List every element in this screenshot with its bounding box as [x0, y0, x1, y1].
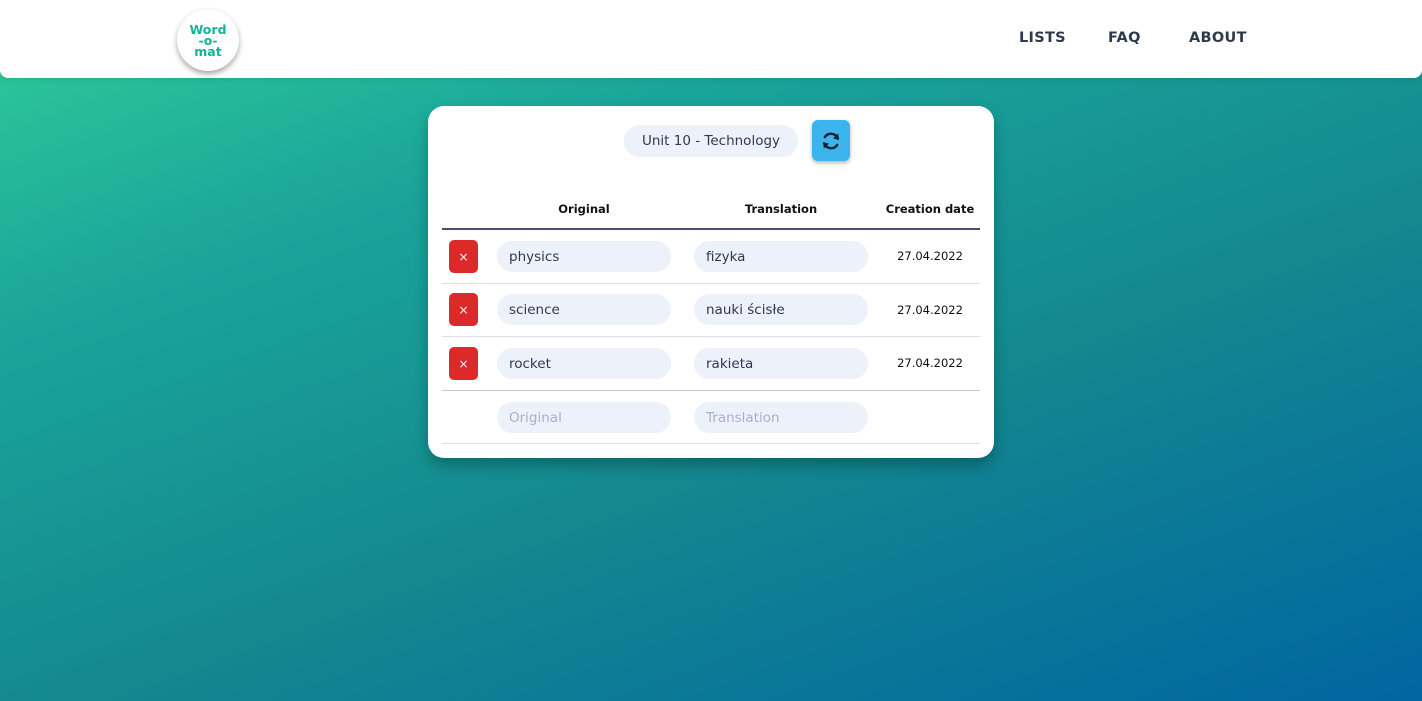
delete-row-button[interactable]: × — [449, 347, 478, 380]
close-icon: × — [458, 249, 469, 264]
creation-date: 27.04.2022 — [897, 303, 963, 317]
refresh-icon — [822, 132, 840, 149]
new-translation-input[interactable] — [694, 402, 868, 433]
creation-date: 27.04.2022 — [897, 249, 963, 263]
main-nav: LISTS FAQ ABOUT — [0, 0, 1422, 78]
original-word-input[interactable] — [497, 294, 671, 325]
word-list-card: Original Translation Creation date × 27.… — [428, 106, 994, 458]
close-icon: × — [458, 302, 469, 317]
row-divider — [442, 283, 980, 284]
original-word-input[interactable] — [497, 348, 671, 379]
header-divider — [442, 228, 980, 230]
nav-faq-link[interactable]: FAQ — [1108, 30, 1141, 46]
translation-word-input[interactable] — [694, 294, 868, 325]
column-header-original: Original — [558, 202, 610, 216]
row-divider — [442, 336, 980, 337]
creation-date: 27.04.2022 — [897, 356, 963, 370]
close-icon: × — [458, 356, 469, 371]
row-divider — [442, 443, 980, 444]
delete-row-button[interactable]: × — [449, 293, 478, 326]
nav-lists-link[interactable]: LISTS — [1019, 30, 1066, 46]
list-title-input[interactable] — [624, 125, 798, 157]
refresh-button[interactable] — [812, 120, 850, 161]
translation-word-input[interactable] — [694, 241, 868, 272]
original-word-input[interactable] — [497, 241, 671, 272]
nav-about-link[interactable]: ABOUT — [1189, 30, 1247, 46]
column-header-translation: Translation — [744, 202, 818, 216]
column-header-creation-date: Creation date — [885, 202, 975, 216]
new-original-input[interactable] — [497, 402, 671, 433]
top-navbar: Word -o- mat LISTS FAQ ABOUT — [0, 0, 1422, 78]
row-divider — [442, 390, 980, 391]
delete-row-button[interactable]: × — [449, 240, 478, 273]
translation-word-input[interactable] — [694, 348, 868, 379]
